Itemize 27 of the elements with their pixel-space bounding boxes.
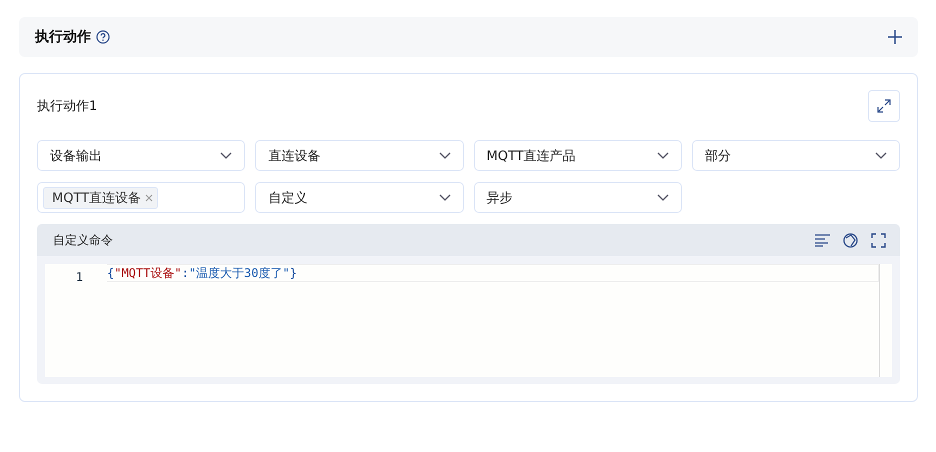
theme-icon[interactable]: [843, 232, 858, 248]
chevron-down-icon: [875, 152, 887, 160]
chevron-down-icon: [220, 152, 232, 160]
select-field[interactable]: 部分: [692, 140, 900, 171]
chevron-down-icon: [438, 152, 450, 160]
editor-title: 自定义命令: [53, 232, 113, 248]
fullscreen-icon[interactable]: [871, 232, 886, 248]
select-field[interactable]: 自定义: [255, 182, 464, 213]
line-number: 1: [76, 270, 83, 284]
close-icon[interactable]: [145, 194, 154, 202]
chevron-down-icon: [656, 152, 669, 160]
format-icon[interactable]: [815, 232, 830, 246]
tag: MQTT直连设备: [43, 186, 158, 208]
chevron-down-icon: [438, 194, 450, 202]
action-title: 执行动作1: [37, 98, 98, 115]
select-field[interactable]: 直连设备: [255, 140, 464, 171]
section-title: 执行动作: [35, 28, 91, 46]
expand-icon: [877, 99, 891, 113]
code-line: {"MQTT设备":"温度大于30度了"}: [107, 264, 879, 282]
expand-button[interactable]: [868, 90, 900, 122]
select-field[interactable]: MQTT直连产品: [474, 140, 682, 171]
help-icon[interactable]: [96, 30, 110, 44]
select-field[interactable]: 异步: [474, 182, 682, 213]
tag-select-field[interactable]: MQTT直连设备: [37, 182, 246, 213]
chevron-down-icon: [656, 194, 669, 202]
select-field[interactable]: 设备输出: [37, 140, 246, 171]
add-icon[interactable]: [888, 30, 902, 44]
